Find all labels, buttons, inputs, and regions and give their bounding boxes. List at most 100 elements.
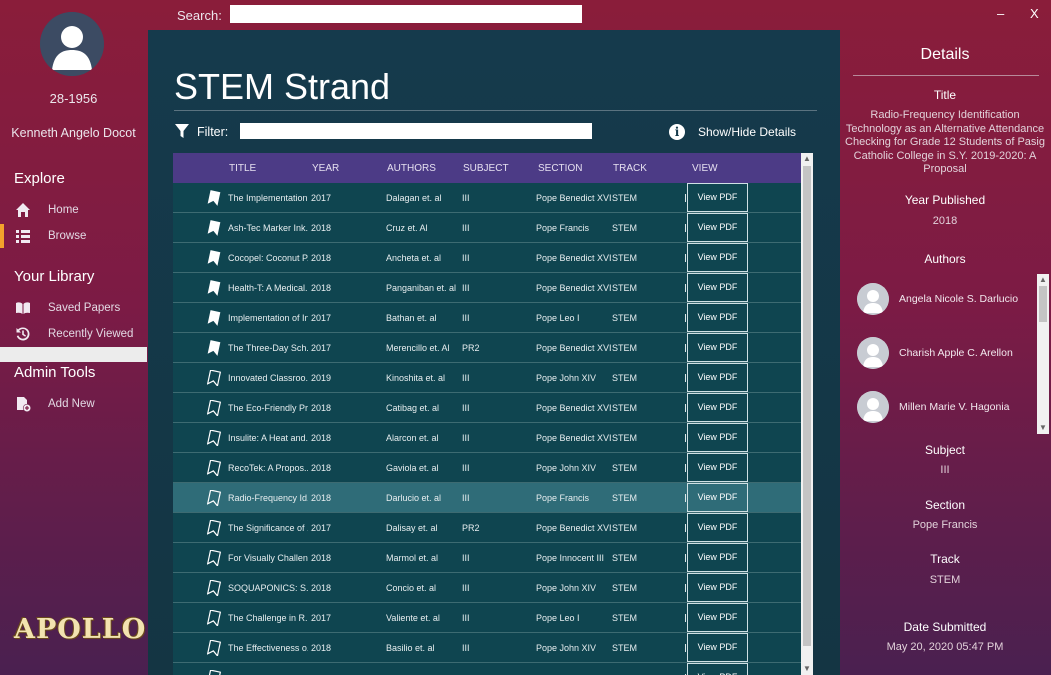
minimize-button[interactable]: – bbox=[997, 6, 1004, 21]
bookmark-outline-icon[interactable] bbox=[206, 429, 222, 448]
search-input[interactable] bbox=[230, 5, 582, 23]
sidebar-item-browse[interactable]: Browse bbox=[0, 224, 147, 248]
view-pdf-button[interactable]: View PDF bbox=[687, 633, 748, 662]
bookmark-outline-icon[interactable] bbox=[206, 399, 222, 418]
info-icon[interactable]: i bbox=[669, 124, 685, 140]
table-row[interactable]: Insulite: A Heat and... 2018 Alarcon et. a… bbox=[173, 423, 801, 453]
view-pdf-button[interactable]: View PDF bbox=[687, 363, 748, 392]
table-row[interactable]: Ash-Tec Marker Ink... 2018 Cruz et. Al III P… bbox=[173, 213, 801, 243]
page-title: STEM Strand bbox=[174, 66, 391, 107]
scrollbar-thumb[interactable] bbox=[803, 166, 811, 646]
details-title-value: Radio-Frequency Identification Technolog… bbox=[845, 109, 1045, 175]
table-scrollbar[interactable]: ▲ ▼ bbox=[801, 153, 813, 675]
show-hide-details-button[interactable]: Show/Hide Details bbox=[698, 125, 796, 139]
cell-section: Pope Benedict XVI bbox=[536, 403, 612, 413]
view-pdf-button[interactable]: View PDF bbox=[687, 513, 748, 542]
cell-year: 2017 bbox=[311, 343, 332, 353]
view-pdf-button[interactable]: View PDF bbox=[687, 273, 748, 302]
cell-title: The Three-Day Sch... bbox=[228, 343, 308, 353]
table-row[interactable]: Health-T: A Medical... 2018 Panganiban et.… bbox=[173, 273, 801, 303]
view-pdf-button[interactable]: View PDF bbox=[687, 483, 748, 512]
close-button[interactable]: X bbox=[1030, 6, 1039, 21]
column-header-year[interactable]: YEAR bbox=[312, 163, 339, 174]
table-row[interactable]: Cocopel: Coconut P... 2018 Ancheta et. al I… bbox=[173, 243, 801, 273]
cell-title: Radio-Frequency Id... bbox=[228, 493, 308, 503]
bookmark-filled-icon[interactable] bbox=[207, 220, 221, 236]
table-row[interactable]: Radio-Frequency Id... 2018 Darlucio et. al… bbox=[173, 483, 801, 513]
table-row[interactable]: The Effectiveness o... 2018 Basilio et. al… bbox=[173, 633, 801, 663]
details-panel: Details Title Radio-Frequency Identifica… bbox=[839, 30, 1051, 675]
bookmark-outline-icon[interactable] bbox=[206, 579, 222, 598]
bookmark-outline-icon[interactable] bbox=[206, 459, 222, 478]
view-pdf-button[interactable]: View PDF bbox=[687, 393, 748, 422]
table-row[interactable]: The Significance of ... 2017 Dalisay et. a… bbox=[173, 513, 801, 543]
scroll-down-arrow-icon[interactable]: ▼ bbox=[1037, 422, 1049, 434]
sidebar-item-label: Home bbox=[48, 204, 79, 216]
authors-scrollbar[interactable]: ▲ ▼ bbox=[1037, 274, 1049, 434]
bookmark-filled-icon[interactable] bbox=[207, 340, 221, 356]
table-row[interactable]: The Challenge in R... 2017 Valiente et. al… bbox=[173, 603, 801, 633]
details-section-label: Section bbox=[924, 498, 966, 512]
sidebar-item-home[interactable]: Home bbox=[0, 198, 147, 222]
sidebar-item-add-new[interactable]: Add New bbox=[0, 392, 147, 416]
view-pdf-button[interactable]: View PDF bbox=[687, 183, 748, 212]
table-row[interactable]: Innovated Classroo... 2019 Kinoshita et. a… bbox=[173, 363, 801, 393]
cell-track: STEM bbox=[612, 613, 638, 623]
scroll-down-arrow-icon[interactable]: ▼ bbox=[801, 663, 813, 675]
view-pdf-button[interactable]: View PDF bbox=[687, 573, 748, 602]
column-header-track[interactable]: TRACK bbox=[613, 163, 647, 174]
view-pdf-button[interactable]: View PDF bbox=[687, 303, 748, 332]
cell-authors: Ancheta et. al bbox=[386, 253, 442, 263]
bookmark-filled-icon[interactable] bbox=[207, 250, 221, 266]
column-header-authors[interactable]: AUTHORS bbox=[387, 163, 436, 174]
column-header-subject[interactable]: SUBJECT bbox=[463, 163, 509, 174]
cell-subject: III bbox=[462, 223, 470, 233]
bookmark-outline-icon[interactable] bbox=[206, 639, 222, 658]
author-item: Angela Nicole S. Darlucio bbox=[857, 283, 1037, 315]
table-row[interactable]: The Three-Day Sch... 2017 Merencillo et. A… bbox=[173, 333, 801, 363]
view-pdf-button[interactable]: View PDF bbox=[687, 243, 748, 272]
view-pdf-button[interactable]: View PDF bbox=[687, 213, 748, 242]
view-pdf-button[interactable]: View PDF bbox=[687, 453, 748, 482]
bookmark-outline-icon[interactable] bbox=[206, 609, 222, 628]
user-avatar[interactable] bbox=[40, 12, 104, 76]
view-pdf-button[interactable]: View PDF bbox=[687, 333, 748, 362]
filter-input[interactable] bbox=[240, 123, 592, 139]
author-item: Millen Marie V. Hagonia bbox=[857, 391, 1037, 423]
column-header-section[interactable]: SECTION bbox=[538, 163, 582, 174]
cell-section: Pope Benedict XVI bbox=[536, 283, 612, 293]
table-row[interactable]: View PDF bbox=[173, 663, 801, 675]
column-header-title[interactable]: TITLE bbox=[229, 163, 256, 174]
table-row[interactable]: For Visually Challen... 2018 Marmol et. al… bbox=[173, 543, 801, 573]
table-row[interactable]: The Eco-Friendly Pr... 2018 Catibag et. al… bbox=[173, 393, 801, 423]
bookmark-filled-icon[interactable] bbox=[207, 280, 221, 296]
scroll-up-arrow-icon[interactable]: ▲ bbox=[1037, 274, 1049, 286]
table-row[interactable]: SOQUAPONICS: S... 2018 Concio et. al III Pop… bbox=[173, 573, 801, 603]
view-pdf-button[interactable]: View PDF bbox=[687, 543, 748, 572]
table-row[interactable]: Implementation of In...2017 Bathan et. al… bbox=[173, 303, 801, 333]
table-row[interactable]: RecoTek: A Propos... 2018 Gaviola et. al II… bbox=[173, 453, 801, 483]
bookmark-outline-icon[interactable] bbox=[206, 519, 222, 538]
cell-year: 2019 bbox=[311, 373, 332, 383]
scrollbar-thumb[interactable] bbox=[1039, 286, 1047, 322]
bookmark-filled-icon[interactable] bbox=[207, 310, 221, 326]
scroll-up-arrow-icon[interactable]: ▲ bbox=[801, 153, 813, 165]
cell-title: Innovated Classroo... bbox=[228, 373, 308, 383]
bookmark-outline-icon[interactable] bbox=[206, 669, 222, 675]
cell-subject: PR2 bbox=[462, 343, 480, 353]
cell-title: For Visually Challen... bbox=[228, 553, 308, 563]
cell-section: Pope Leo I bbox=[536, 613, 580, 623]
bookmark-outline-icon[interactable] bbox=[206, 549, 222, 568]
view-pdf-button[interactable]: View PDF bbox=[687, 423, 748, 452]
table-row[interactable]: The Implementation... 2017 Dalagan et. al I… bbox=[173, 183, 801, 213]
sidebar-item-saved-papers[interactable]: Saved Papers bbox=[0, 296, 147, 320]
cell-track: STEM bbox=[612, 343, 638, 353]
bookmark-outline-icon[interactable] bbox=[206, 489, 222, 508]
bookmark-outline-icon[interactable] bbox=[206, 369, 222, 388]
bookmark-filled-icon[interactable] bbox=[207, 190, 221, 206]
view-pdf-button[interactable]: View PDF bbox=[687, 663, 748, 675]
sidebar-item-recently-viewed[interactable]: Recently Viewed bbox=[0, 322, 147, 346]
cell-year: 2018 bbox=[311, 553, 332, 563]
view-pdf-button[interactable]: View PDF bbox=[687, 603, 748, 632]
sidebar-item-label: Saved Papers bbox=[48, 302, 121, 314]
